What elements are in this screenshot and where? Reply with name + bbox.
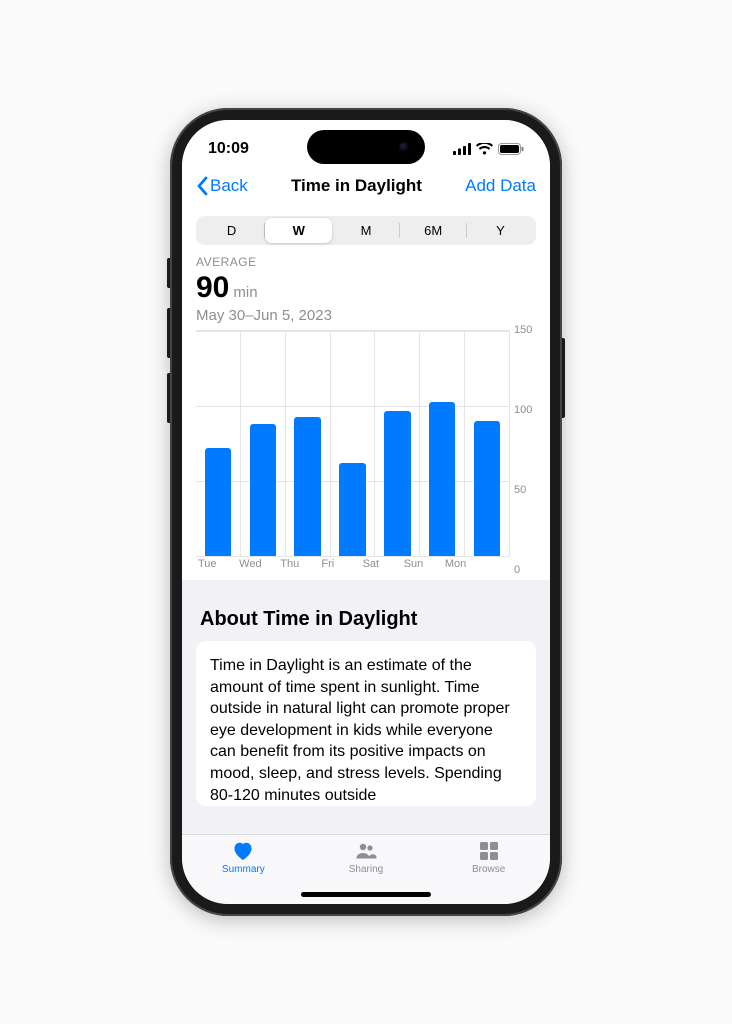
segment-m[interactable]: M xyxy=(332,218,399,243)
time-range-segmented[interactable]: DWM6MY xyxy=(196,216,536,245)
bar-fri[interactable] xyxy=(339,463,365,556)
grid-icon xyxy=(476,839,502,863)
battery-icon xyxy=(498,143,524,155)
cellular-icon xyxy=(453,143,471,155)
tab-summary[interactable]: Summary xyxy=(203,839,283,875)
x-tick: Wed xyxy=(237,558,278,570)
segment-6m[interactable]: 6M xyxy=(400,218,467,243)
about-title: About Time in Daylight xyxy=(200,608,532,631)
x-tick: Sun xyxy=(402,558,443,570)
bar-thu[interactable] xyxy=(294,417,320,557)
average-unit: min xyxy=(233,284,257,301)
y-tick: 150 xyxy=(514,324,532,336)
home-indicator[interactable] xyxy=(301,892,431,897)
back-button[interactable]: Back xyxy=(196,176,248,196)
daylight-chart: TueWedThuFriSatSunMon 050100150 xyxy=(196,330,536,570)
x-tick: Fri xyxy=(319,558,360,570)
average-value: 90 xyxy=(196,271,229,305)
back-label: Back xyxy=(210,176,248,196)
tab-browse[interactable]: Browse xyxy=(449,839,529,875)
status-icons xyxy=(453,143,524,155)
average-label: AVERAGE xyxy=(196,255,536,269)
tab-sharing-label: Sharing xyxy=(349,864,383,875)
x-tick: Mon xyxy=(443,558,484,570)
nav-bar: Back Time in Daylight Add Data xyxy=(182,170,550,204)
y-tick: 0 xyxy=(514,564,520,576)
heart-icon xyxy=(230,839,256,863)
dynamic-island xyxy=(307,130,425,164)
segment-y[interactable]: Y xyxy=(467,218,534,243)
about-body: Time in Daylight is an estimate of the a… xyxy=(210,655,522,806)
x-tick: Thu xyxy=(278,558,319,570)
bar-tue[interactable] xyxy=(205,448,231,556)
segment-w[interactable]: W xyxy=(265,218,332,243)
segment-d[interactable]: D xyxy=(198,218,265,243)
tab-browse-label: Browse xyxy=(472,864,505,875)
add-data-button[interactable]: Add Data xyxy=(465,176,536,196)
bar-mon[interactable] xyxy=(474,421,500,556)
bar-sun[interactable] xyxy=(429,402,455,556)
people-icon xyxy=(353,839,379,863)
x-tick: Tue xyxy=(196,558,237,570)
wifi-icon xyxy=(476,143,493,155)
y-tick: 100 xyxy=(514,404,532,416)
page-title: Time in Daylight xyxy=(291,176,422,196)
y-tick: 50 xyxy=(514,484,526,496)
x-tick: Sat xyxy=(361,558,402,570)
bar-sat[interactable] xyxy=(384,411,410,556)
status-time: 10:09 xyxy=(208,140,249,158)
tab-summary-label: Summary xyxy=(222,864,265,875)
date-range: May 30–Jun 5, 2023 xyxy=(196,307,536,324)
chevron-left-icon xyxy=(196,176,208,196)
tab-sharing[interactable]: Sharing xyxy=(326,839,406,875)
content-scroll[interactable]: DWM6MY AVERAGE 90 min May 30–Jun 5, 2023… xyxy=(182,204,550,834)
bar-wed[interactable] xyxy=(250,424,276,556)
about-card: Time in Daylight is an estimate of the a… xyxy=(196,641,536,806)
